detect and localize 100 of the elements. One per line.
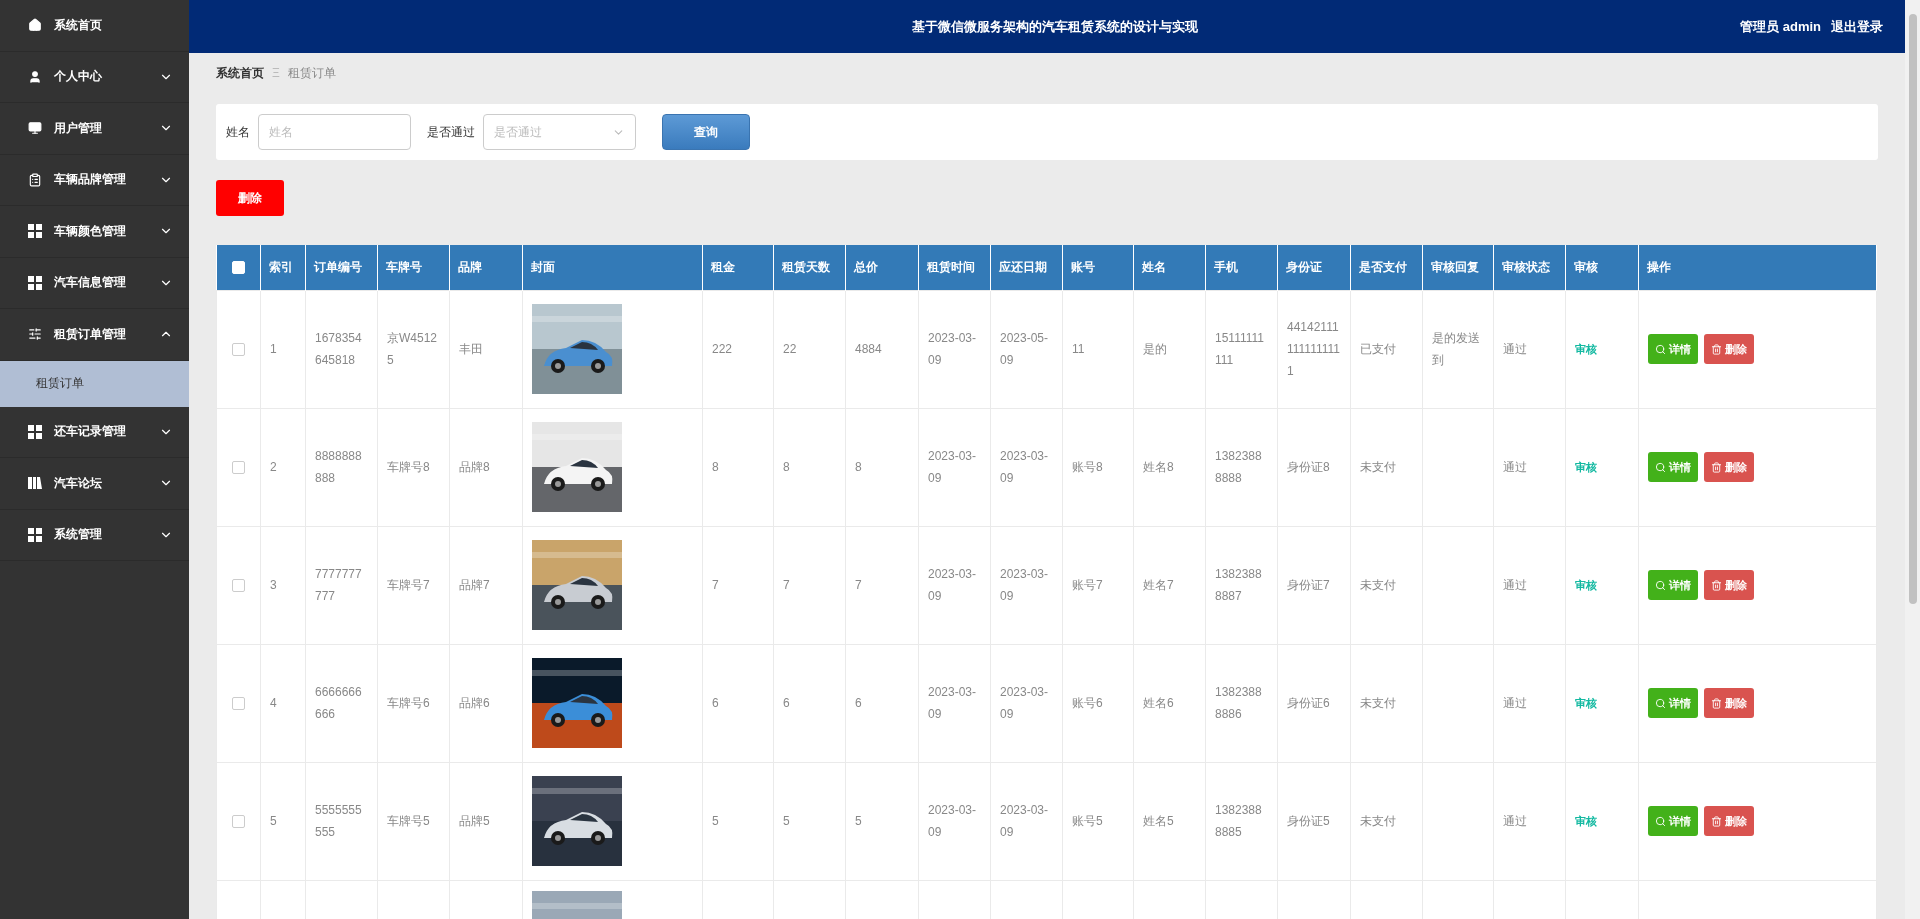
trash-icon bbox=[1711, 815, 1722, 827]
approval-select[interactable]: 是否通过 bbox=[483, 114, 636, 150]
brand-cell: 品牌5 bbox=[459, 814, 490, 828]
brand-cell: 品牌6 bbox=[459, 696, 490, 710]
column-header: 车牌号 bbox=[377, 245, 450, 290]
row-checkbox[interactable] bbox=[232, 578, 245, 592]
name-cell: 姓名6 bbox=[1143, 696, 1174, 710]
phone-cell: 13823888888 bbox=[1215, 449, 1262, 485]
account-cell: 账号7 bbox=[1072, 578, 1103, 592]
sidebar-item[interactable]: 用户管理 bbox=[0, 103, 189, 155]
rent-time-cell: 2023-03-09 bbox=[928, 803, 977, 839]
trash-icon bbox=[1711, 697, 1722, 709]
header-title: 基于微信微服务架构的汽车租赁系统的设计与实现 bbox=[910, 17, 1199, 36]
column-header: 账号 bbox=[1062, 245, 1134, 290]
account-cell: 账号8 bbox=[1072, 460, 1103, 474]
index-cell: 4 bbox=[270, 696, 277, 710]
name-input-field[interactable]: 姓名 bbox=[258, 114, 411, 150]
sidebar-item[interactable]: 汽车论坛 bbox=[0, 458, 189, 510]
grid-icon bbox=[28, 424, 42, 439]
phone-cell: 13823888885 bbox=[1215, 803, 1262, 839]
payment-cell: 未支付 bbox=[1360, 460, 1396, 474]
detail-button[interactable]: 详情 bbox=[1648, 452, 1698, 482]
index-cell: 2 bbox=[270, 460, 277, 474]
detail-button[interactable]: 详情 bbox=[1648, 688, 1698, 718]
row-checkbox[interactable] bbox=[232, 696, 245, 710]
book-icon bbox=[28, 476, 42, 491]
delete-row-button[interactable]: 删除 bbox=[1704, 806, 1754, 836]
field-label: 姓名 bbox=[226, 123, 250, 141]
detail-button[interactable]: 详情 bbox=[1648, 806, 1698, 836]
plate-cell: 车牌号8 bbox=[387, 460, 430, 474]
due-date-cell: 2023-03-09 bbox=[1000, 567, 1049, 603]
review-link[interactable]: 审核 bbox=[1575, 697, 1597, 709]
clipboard-icon bbox=[28, 172, 42, 187]
trash-icon bbox=[1711, 579, 1722, 591]
due-date-cell: 2023-05-09 bbox=[1000, 331, 1049, 367]
payment-cell: 未支付 bbox=[1360, 814, 1396, 828]
sidebar-item[interactable]: 车辆颜色管理 bbox=[0, 206, 189, 258]
delete-row-button[interactable]: 删除 bbox=[1704, 688, 1754, 718]
grid-icon bbox=[28, 527, 42, 542]
status-cell: 通过 bbox=[1503, 814, 1527, 828]
total-cell: 7 bbox=[855, 578, 862, 592]
index-cell: 3 bbox=[270, 578, 277, 592]
account-cell: 账号5 bbox=[1072, 814, 1103, 828]
phone-cell: 15111111111 bbox=[1215, 331, 1264, 367]
sidebar-subitem[interactable]: 租赁订单 bbox=[0, 360, 189, 407]
delete-row-button[interactable]: 删除 bbox=[1704, 334, 1754, 364]
id-card-cell: 441421111111111111 bbox=[1287, 320, 1340, 378]
breadcrumb-current: 租赁订单 bbox=[287, 64, 336, 82]
sidebar-item[interactable]: 汽车信息管理 bbox=[0, 257, 189, 309]
rent-cell: 7 bbox=[712, 578, 719, 592]
rent-time-cell: 2023-03-09 bbox=[928, 449, 977, 485]
scrollbar[interactable] bbox=[1905, 0, 1920, 919]
status-cell: 通过 bbox=[1503, 460, 1527, 474]
logout-link[interactable]: 退出登录 bbox=[1831, 17, 1883, 36]
select-all-checkbox[interactable] bbox=[231, 260, 245, 274]
sidebar-item[interactable]: 个人中心 bbox=[0, 51, 189, 103]
rent-cell: 5 bbox=[712, 814, 719, 828]
payment-cell: 已支付 bbox=[1360, 342, 1396, 356]
column-header: 索引 bbox=[260, 245, 306, 290]
column-header: 审核回复 bbox=[1422, 245, 1494, 290]
total-cell: 6 bbox=[855, 696, 862, 710]
total-cell: 5 bbox=[855, 814, 862, 828]
review-link[interactable]: 审核 bbox=[1575, 461, 1597, 473]
due-date-cell: 2023-03-09 bbox=[1000, 803, 1049, 839]
account-cell: 11 bbox=[1072, 342, 1085, 356]
column-header: 审核 bbox=[1565, 245, 1639, 290]
search-icon bbox=[1655, 815, 1666, 827]
delete-row-button[interactable]: 删除 bbox=[1704, 452, 1754, 482]
sidebar-item[interactable]: 车辆品牌管理 bbox=[0, 154, 189, 206]
payment-cell: 未支付 bbox=[1360, 696, 1396, 710]
row-checkbox[interactable] bbox=[232, 460, 245, 474]
delete-button[interactable]: 删除 bbox=[216, 180, 284, 216]
plate-cell: 车牌号7 bbox=[387, 578, 430, 592]
breadcrumb-link[interactable]: 系统首页 bbox=[216, 64, 264, 82]
column-header: 总价 bbox=[845, 245, 919, 290]
row-checkbox[interactable] bbox=[232, 342, 245, 356]
sidebar-item[interactable]: 还车记录管理 bbox=[0, 406, 189, 458]
total-cell: 4884 bbox=[855, 342, 882, 356]
order-number-cell: 5555555555 bbox=[315, 803, 362, 839]
status-cell: 通过 bbox=[1503, 578, 1527, 592]
row-checkbox[interactable] bbox=[232, 814, 245, 828]
detail-button[interactable]: 详情 bbox=[1648, 334, 1698, 364]
rent-time-cell: 2023-03-09 bbox=[928, 331, 977, 367]
column-header: 应还日期 bbox=[990, 245, 1063, 290]
phone-cell: 13823888886 bbox=[1215, 685, 1262, 721]
sidebar-item[interactable]: 系统管理 bbox=[0, 509, 189, 561]
detail-button[interactable]: 详情 bbox=[1648, 570, 1698, 600]
review-link[interactable]: 审核 bbox=[1575, 579, 1597, 591]
name-cell: 是的 bbox=[1143, 342, 1167, 356]
id-card-cell: 身份证5 bbox=[1287, 814, 1330, 828]
review-link[interactable]: 审核 bbox=[1575, 815, 1597, 827]
grid-icon bbox=[28, 224, 42, 239]
delete-row-button[interactable]: 删除 bbox=[1704, 570, 1754, 600]
rent-time-cell: 2023-03-09 bbox=[928, 567, 977, 603]
sidebar-item[interactable]: 租赁订单管理 bbox=[0, 309, 189, 361]
id-card-cell: 身份证8 bbox=[1287, 460, 1330, 474]
plate-cell: 车牌号6 bbox=[387, 696, 430, 710]
name-cell: 姓名7 bbox=[1143, 578, 1174, 592]
search-button[interactable]: 查询 bbox=[662, 114, 750, 150]
review-link[interactable]: 审核 bbox=[1575, 343, 1597, 355]
